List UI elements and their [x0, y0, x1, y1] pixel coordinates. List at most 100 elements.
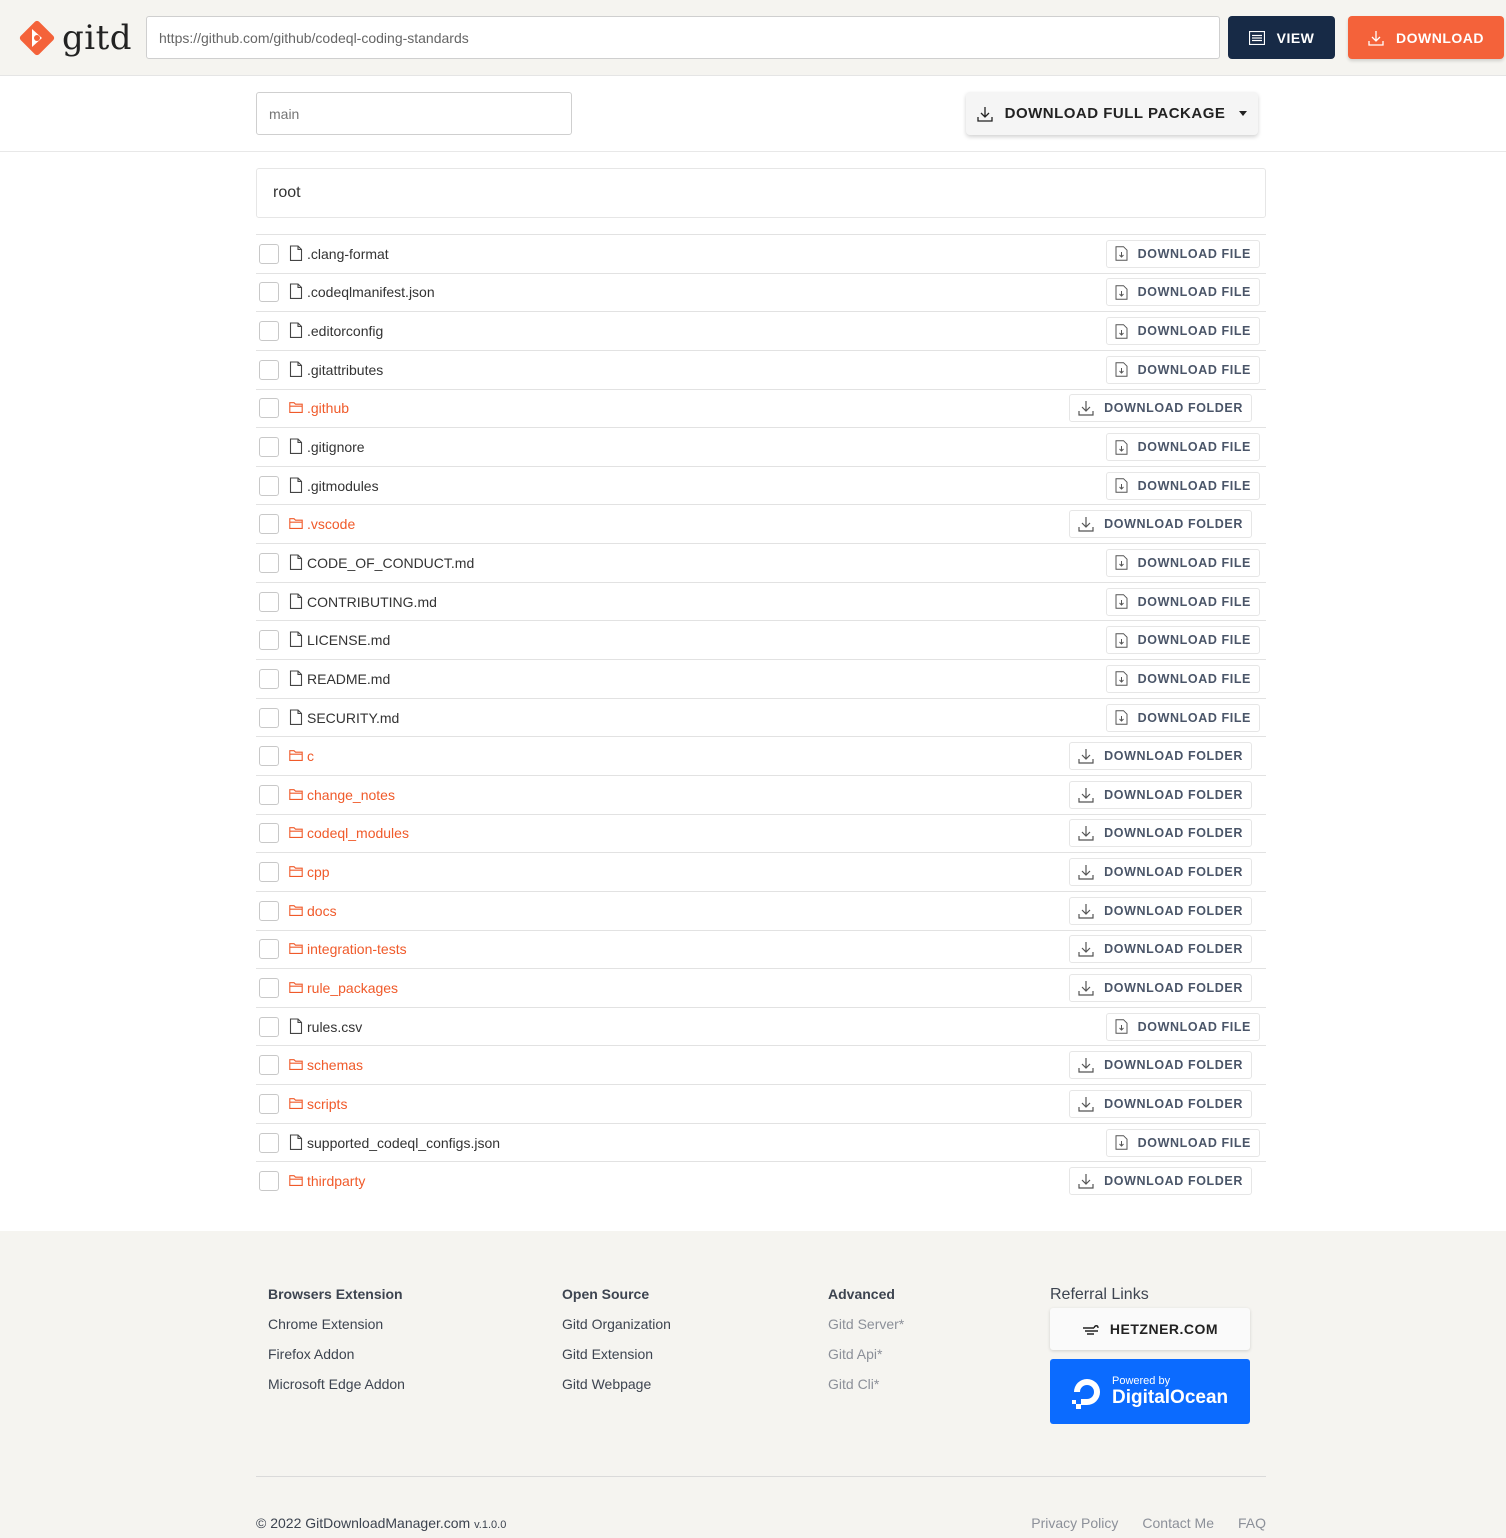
download-folder-button[interactable]: DOWNLOAD FOLDER: [1069, 973, 1252, 1002]
entry-name[interactable]: docs: [307, 903, 337, 919]
file-row[interactable]: supported_codeql_configs.json DOWNLOAD FI…: [256, 1122, 1266, 1162]
gitd-organization-link[interactable]: Gitd Organization: [562, 1316, 671, 1332]
download-folder-button[interactable]: DOWNLOAD FOLDER: [1069, 510, 1252, 539]
entry-name[interactable]: .codeqlmanifest.json: [307, 284, 435, 300]
entry-name[interactable]: .gitmodules: [307, 478, 379, 494]
entry-name[interactable]: scripts: [307, 1096, 347, 1112]
entry-name[interactable]: .clang-format: [307, 246, 389, 262]
file-row[interactable]: .codeqlmanifest.json DOWNLOAD FILE: [256, 272, 1266, 312]
row-checkbox[interactable]: [259, 243, 279, 264]
row-checkbox[interactable]: [259, 1055, 279, 1076]
file-row[interactable]: README.md DOWNLOAD FILE: [256, 659, 1266, 698]
file-row[interactable]: SECURITY.md DOWNLOAD FILE: [256, 697, 1266, 737]
download-folder-button[interactable]: DOWNLOAD FOLDER: [1069, 935, 1252, 964]
file-row[interactable]: CODE_OF_CONDUCT.md DOWNLOAD FILE: [256, 543, 1266, 582]
folder-row[interactable]: codeql_modules DOWNLOAD FOLDER: [256, 813, 1266, 853]
file-row[interactable]: .clang-format DOWNLOAD FILE: [256, 234, 1266, 273]
folder-row[interactable]: schemas DOWNLOAD FOLDER: [256, 1045, 1266, 1084]
gitd-webpage-link[interactable]: Gitd Webpage: [562, 1376, 671, 1392]
entry-name[interactable]: CODE_OF_CONDUCT.md: [307, 555, 474, 571]
file-row[interactable]: LICENSE.md DOWNLOAD FILE: [256, 620, 1266, 659]
download-folder-button[interactable]: DOWNLOAD FOLDER: [1069, 780, 1252, 809]
download-file-button[interactable]: DOWNLOAD FILE: [1105, 548, 1260, 577]
row-checkbox[interactable]: [259, 437, 279, 458]
entry-name[interactable]: supported_codeql_configs.json: [307, 1135, 500, 1151]
entry-name[interactable]: .github: [307, 400, 349, 416]
entry-name[interactable]: rules.csv: [307, 1019, 362, 1035]
download-button[interactable]: DOWNLOAD: [1348, 16, 1504, 59]
row-checkbox[interactable]: [259, 359, 279, 380]
row-checkbox[interactable]: [259, 475, 279, 496]
download-file-button[interactable]: DOWNLOAD FILE: [1105, 587, 1260, 616]
chrome-extension-link[interactable]: Chrome Extension: [268, 1316, 405, 1332]
folder-row[interactable]: docs DOWNLOAD FOLDER: [256, 890, 1266, 930]
download-folder-button[interactable]: DOWNLOAD FOLDER: [1069, 858, 1252, 887]
entry-name[interactable]: SECURITY.md: [307, 710, 399, 726]
row-checkbox[interactable]: [259, 977, 279, 998]
row-checkbox[interactable]: [259, 862, 279, 883]
download-file-button[interactable]: DOWNLOAD FILE: [1105, 317, 1260, 346]
repo-url-input[interactable]: [146, 16, 1220, 59]
folder-row[interactable]: change_notes DOWNLOAD FOLDER: [256, 774, 1266, 814]
row-checkbox[interactable]: [259, 939, 279, 960]
file-row[interactable]: CONTRIBUTING.md DOWNLOAD FILE: [256, 581, 1266, 621]
row-checkbox[interactable]: [259, 1171, 279, 1192]
row-checkbox[interactable]: [259, 1132, 279, 1153]
row-checkbox[interactable]: [259, 1093, 279, 1114]
row-checkbox[interactable]: [259, 321, 279, 342]
row-checkbox[interactable]: [259, 398, 279, 419]
file-row[interactable]: .editorconfig DOWNLOAD FILE: [256, 311, 1266, 350]
download-folder-button[interactable]: DOWNLOAD FOLDER: [1069, 742, 1252, 771]
file-row[interactable]: .gitignore DOWNLOAD FILE: [256, 427, 1266, 466]
entry-name[interactable]: c: [307, 748, 314, 764]
entry-name[interactable]: .gitignore: [307, 439, 365, 455]
entry-name[interactable]: .gitattributes: [307, 362, 383, 378]
download-file-button[interactable]: DOWNLOAD FILE: [1105, 1012, 1260, 1041]
download-folder-button[interactable]: DOWNLOAD FOLDER: [1069, 394, 1252, 423]
digitalocean-badge[interactable]: Powered by DigitalOcean: [1050, 1359, 1250, 1424]
row-checkbox[interactable]: [259, 591, 279, 612]
entry-name[interactable]: codeql_modules: [307, 825, 409, 841]
download-folder-button[interactable]: DOWNLOAD FOLDER: [1069, 1167, 1252, 1196]
branch-input[interactable]: [256, 92, 572, 135]
faq-link[interactable]: FAQ: [1238, 1515, 1266, 1531]
folder-row[interactable]: thirdparty DOWNLOAD FOLDER: [256, 1161, 1266, 1200]
file-row[interactable]: .gitmodules DOWNLOAD FILE: [256, 465, 1266, 505]
folder-row[interactable]: .vscode DOWNLOAD FOLDER: [256, 504, 1266, 543]
folder-row[interactable]: scripts DOWNLOAD FOLDER: [256, 1084, 1266, 1123]
gitd-cli-link[interactable]: Gitd Cli*: [828, 1376, 904, 1392]
row-checkbox[interactable]: [259, 514, 279, 535]
file-row[interactable]: rules.csv DOWNLOAD FILE: [256, 1006, 1266, 1046]
entry-name[interactable]: thirdparty: [307, 1173, 365, 1189]
download-file-button[interactable]: DOWNLOAD FILE: [1105, 433, 1260, 462]
privacy-policy-link[interactable]: Privacy Policy: [1031, 1515, 1118, 1531]
folder-row[interactable]: c DOWNLOAD FOLDER: [256, 736, 1266, 775]
download-file-button[interactable]: DOWNLOAD FILE: [1105, 278, 1260, 307]
entry-name[interactable]: LICENSE.md: [307, 632, 390, 648]
row-checkbox[interactable]: [259, 630, 279, 651]
download-folder-button[interactable]: DOWNLOAD FOLDER: [1069, 1051, 1252, 1080]
download-file-button[interactable]: DOWNLOAD FILE: [1105, 239, 1260, 268]
row-checkbox[interactable]: [259, 746, 279, 767]
download-folder-button[interactable]: DOWNLOAD FOLDER: [1069, 896, 1252, 925]
entry-name[interactable]: .vscode: [307, 516, 355, 532]
folder-row[interactable]: cpp DOWNLOAD FOLDER: [256, 852, 1266, 891]
entry-name[interactable]: .editorconfig: [307, 323, 383, 339]
entry-name[interactable]: cpp: [307, 864, 330, 880]
download-file-button[interactable]: DOWNLOAD FILE: [1105, 626, 1260, 655]
folder-row[interactable]: rule_packages DOWNLOAD FOLDER: [256, 968, 1266, 1007]
hetzner-button[interactable]: HETZNER.COM: [1050, 1308, 1250, 1350]
row-checkbox[interactable]: [259, 1016, 279, 1037]
gitd-extension-link[interactable]: Gitd Extension: [562, 1346, 671, 1362]
folder-row[interactable]: .github DOWNLOAD FOLDER: [256, 388, 1266, 428]
entry-name[interactable]: schemas: [307, 1057, 363, 1073]
entry-name[interactable]: README.md: [307, 671, 390, 687]
logo[interactable]: gitd: [16, 16, 132, 60]
entry-name[interactable]: CONTRIBUTING.md: [307, 594, 437, 610]
row-checkbox[interactable]: [259, 707, 279, 728]
contact-me-link[interactable]: Contact Me: [1142, 1515, 1214, 1531]
entry-name[interactable]: change_notes: [307, 787, 395, 803]
row-checkbox[interactable]: [259, 668, 279, 689]
download-file-button[interactable]: DOWNLOAD FILE: [1105, 355, 1260, 384]
row-checkbox[interactable]: [259, 823, 279, 844]
